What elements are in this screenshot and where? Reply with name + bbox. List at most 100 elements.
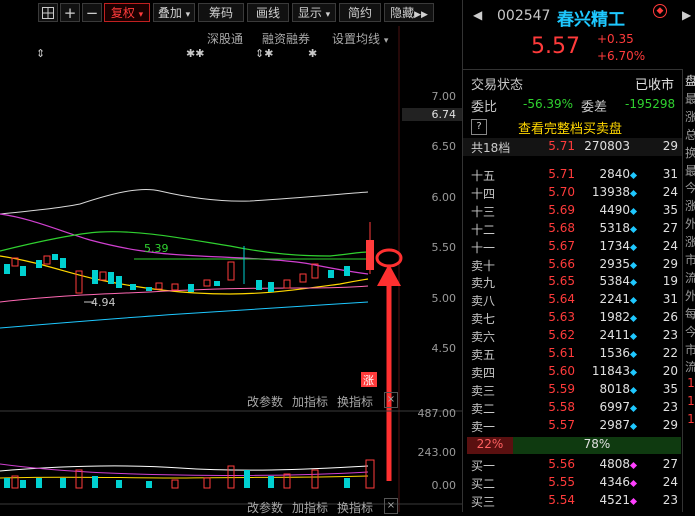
draw-line-button[interactable]: 画线 [247,3,289,22]
last-price: 5.57 [531,34,580,59]
diamond-icon [629,315,638,323]
order-book-row[interactable]: 卖二 5.58 6997 23 [463,400,695,418]
diamond-icon [629,279,638,287]
price-tick: 5.00 [431,292,457,305]
switch-indicator-link[interactable]: 换指标 [337,499,373,516]
change-param-link[interactable]: 改参数 [247,393,283,410]
caret-down-icon: ▾ [185,10,191,20]
order-book-row[interactable]: 卖五 5.61 1536 22 [463,346,695,364]
vol-bar [244,470,250,488]
level-volume: 2411 [599,328,630,343]
level-price: 5.56 [548,457,575,471]
level-count: 31 [662,167,678,181]
diamond-icon [629,333,638,341]
order-book-row[interactable]: 卖七 5.63 1982 26 [463,310,695,328]
side-tab-char: 最 [684,163,695,178]
vol-bar [92,476,98,488]
help-question-icon[interactable]: ? [471,119,487,135]
order-book-row[interactable]: 卖四 5.60 11843 20 [463,364,695,382]
level-volume: 11843 [591,363,630,378]
level-count: 31 [662,292,678,307]
level-price: 5.63 [548,310,575,325]
vol-bar [36,478,42,488]
order-book-row[interactable]: 十一 5.67 1734 24 [463,239,695,257]
order-book-row[interactable]: 十二 5.68 5318 27 [463,221,695,239]
next-stock-chevron-right-icon[interactable]: ▶ [682,8,691,22]
zoom-in-plus-icon[interactable]: + [60,3,80,22]
grid-icon-glyph [42,7,54,19]
prev-stock-chevron-left-icon[interactable]: ◀ [473,8,482,22]
level-price: 5.64 [548,292,575,307]
order-book-row[interactable]: 卖九 5.65 5384 19 [463,274,695,292]
level-label: 卖四 [471,365,496,380]
event-markers: ⇕ ✱✱ ⇕✱ ✱ [36,47,317,60]
order-book-row[interactable]: 卖八 5.64 2241 31 [463,292,695,310]
order-book-row[interactable]: 买三 5.54 4521 23 [463,493,695,511]
order-book-row[interactable]: 十五 5.71 2840 31 [463,167,695,185]
overlay-dropdown[interactable]: 叠加 ▾ [153,3,195,22]
display-label: 显示 [297,6,322,20]
close-panel-icon[interactable]: × [384,392,398,408]
level-count: 35 [662,202,678,217]
diamond-icon [629,422,638,430]
display-dropdown[interactable]: 显示 ▾ [292,3,336,22]
change-param-link[interactable]: 改参数 [247,499,283,516]
order-book-row[interactable]: 卖六 5.62 2411 23 [463,328,695,346]
level-volume: 4490 [599,202,630,217]
candle [203,279,211,287]
total-vol: 270803 [584,139,630,153]
level-label: 卖十 [471,258,496,273]
side-tab-char: 换 [684,145,695,160]
hide-button[interactable]: 隐藏▶▶ [384,3,434,22]
level-volume: 6997 [599,399,630,414]
chips-button[interactable]: 筹码 [198,3,244,22]
chart-toolbar: + − 复权 ▾ 叠加 ▾ 筹码 画线 显示 ▾ 简约 隐藏▶▶ [0,0,463,26]
level-volume: 4346 [599,474,630,489]
level-volume: 1734 [599,238,630,253]
status-label: 交易状态 [471,78,524,93]
diamond-icon [629,297,638,305]
order-book-row[interactable]: 十三 5.69 4490 35 [463,203,695,221]
switch-indicator-link[interactable]: 换指标 [337,393,373,410]
caret-down-icon: ▾ [325,10,331,20]
order-book-row[interactable]: 卖三 5.59 8018 35 [463,382,695,400]
level-volume: 8018 [599,381,630,396]
add-indicator-link[interactable]: 加指标 [292,499,328,516]
level-volume: 5318 [599,220,630,235]
grid-icon[interactable] [38,3,58,22]
price-tick: 6.50 [431,140,457,153]
kline-chart[interactable]: 深股通 融资融券 设置均线 ▾ ⇕ ✱✱ ⇕✱ ✱ 5.39 4.94 涨 7.… [0,26,462,515]
view-full-book-link[interactable]: 查看完整档买卖盘 [518,118,622,137]
zoom-out-minus-icon[interactable]: − [82,3,102,22]
vol-bar [75,469,83,489]
side-tabs[interactable]: 盘最涨总换最今涨外涨市流外每今市流111 [682,69,695,512]
side-tab-char: 今 [684,181,695,196]
order-book-row[interactable]: 买一 5.56 4808 27 [463,457,695,475]
level-label: 买三 [471,494,496,509]
level-count: 26 [662,310,678,325]
order-book-row[interactable]: 卖一 5.57 2987 29 [463,418,695,436]
low-mark-label: 4.94 [91,296,116,309]
ma-green-line [0,231,369,257]
side-tab-char: 外 [684,217,695,232]
order-book-row[interactable]: 买二 5.55 4346 24 [463,475,695,493]
add-indicator-link[interactable]: 加指标 [292,393,328,410]
level-count: 27 [662,220,678,235]
diamond-icon [629,171,638,180]
order-book-row[interactable]: 卖十 5.66 2935 29 [463,257,695,275]
candle [130,284,136,290]
vol-bar [227,465,235,489]
candle [171,283,179,291]
flame-icon[interactable]: ◆ [653,4,667,18]
order-book-row[interactable]: 十四 5.70 13938 24 [463,185,695,203]
candle [20,266,26,276]
chart-svg: ⇕ ✱✱ ⇕✱ ✱ 5.39 4.94 涨 [0,26,462,512]
diamond-icon [629,479,638,487]
level-volume: 13938 [591,184,630,199]
volume-tick: 487.00 [417,407,457,420]
side-tab-char: 1 [687,376,695,391]
volume-bars [4,459,375,489]
simple-button[interactable]: 简约 [339,3,381,22]
fuquan-dropdown[interactable]: 复权 ▾ [104,3,150,22]
level-price: 5.68 [548,220,575,235]
